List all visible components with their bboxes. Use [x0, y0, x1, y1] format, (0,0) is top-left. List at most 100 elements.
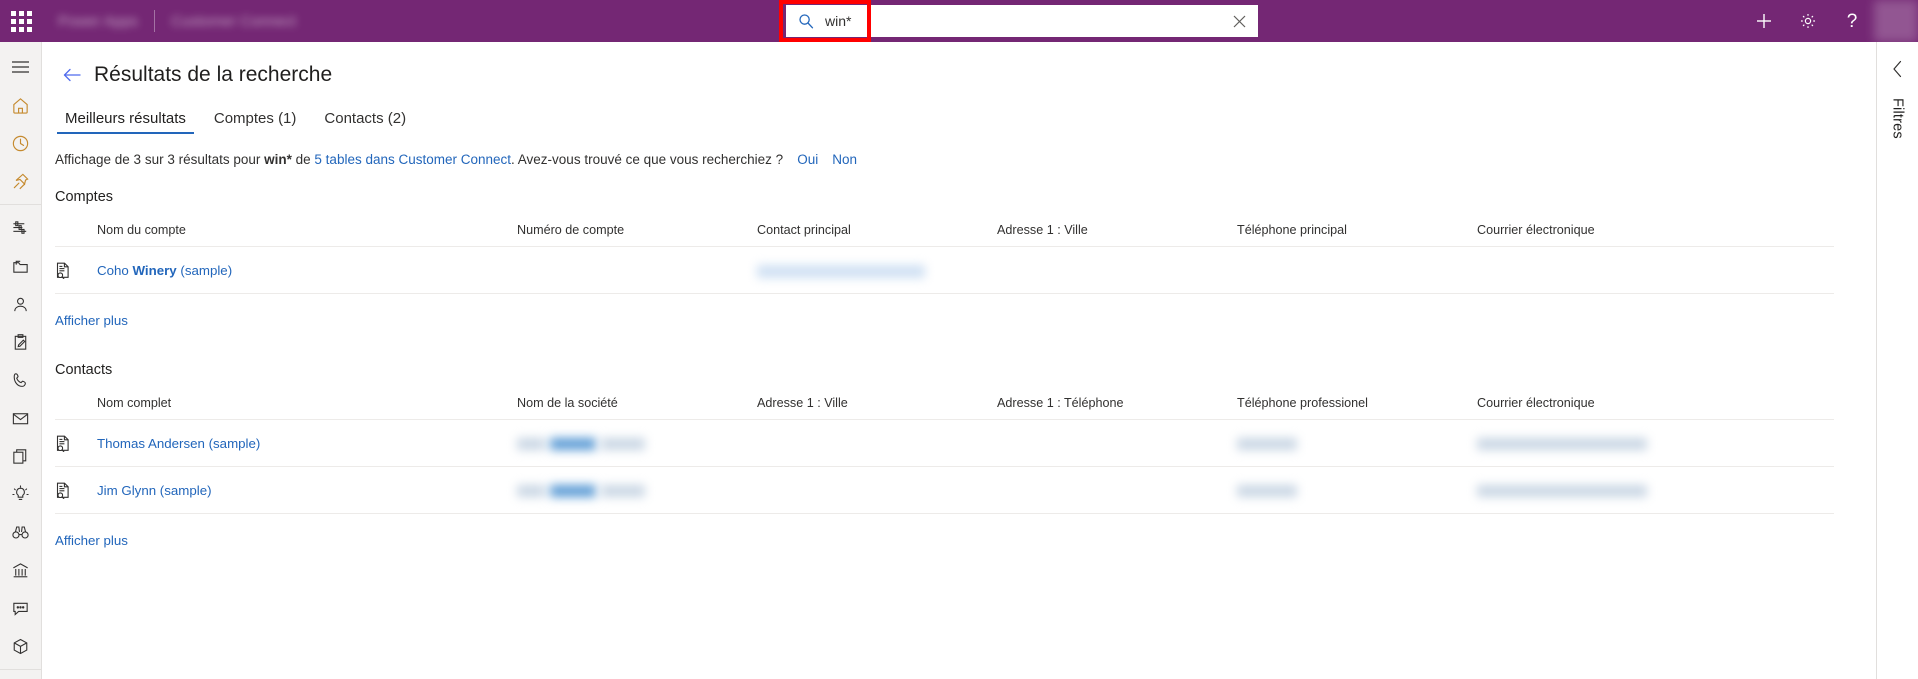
- sidebar-item-organization[interactable]: [0, 551, 42, 589]
- summary-question: . Avez-vous trouvé ce que vous recherchi…: [511, 152, 784, 167]
- sidebar-item-dashboards[interactable]: [0, 209, 42, 247]
- new-button[interactable]: [1742, 0, 1786, 42]
- table-row[interactable]: Coho Winery (sample): [55, 246, 1834, 294]
- sidebar-item-insights[interactable]: [0, 475, 42, 513]
- help-button[interactable]: ?: [1830, 0, 1874, 42]
- rail-divider-bottom: [0, 669, 42, 670]
- search-input[interactable]: [823, 12, 1224, 30]
- summary-term: win*: [264, 152, 292, 167]
- contact-email-cell: [1477, 419, 1834, 467]
- sidebar-item-activities[interactable]: [0, 323, 42, 361]
- table-row[interactable]: Jim Glynn (sample): [55, 466, 1834, 514]
- chevron-left-icon[interactable]: [1883, 54, 1913, 84]
- record-search-icon: [55, 246, 97, 294]
- blurred-value: [1237, 438, 1297, 451]
- contact-address-phone-cell: [997, 419, 1237, 467]
- page-header: Résultats de la recherche: [43, 42, 1876, 88]
- accounts-header-row: Nom du compte Numéro de compte Contact p…: [55, 223, 1834, 247]
- summary-middle: de: [291, 152, 315, 167]
- contact-company-cell: [517, 419, 757, 467]
- tab-contacts[interactable]: Contacts (2): [314, 104, 416, 136]
- tables-link[interactable]: 5 tables dans Customer Connect: [314, 152, 511, 167]
- left-nav-rail: [0, 42, 42, 679]
- back-arrow-icon[interactable]: [59, 62, 85, 88]
- contact-company-cell: [517, 466, 757, 514]
- accounts-table: Nom du compte Numéro de compte Contact p…: [55, 223, 1834, 294]
- sidebar-item-feedback[interactable]: [0, 589, 42, 627]
- accounts-col-phone[interactable]: Téléphone principal: [1237, 223, 1477, 247]
- blurred-value: [1237, 485, 1297, 498]
- contact-business-phone-cell: [1237, 419, 1477, 467]
- accounts-col-number[interactable]: Numéro de compte: [517, 223, 757, 247]
- contacts-icon-col: [55, 396, 97, 420]
- search-results-page: Résultats de la recherche Meilleurs résu…: [43, 42, 1876, 679]
- tab-accounts[interactable]: Comptes (1): [204, 104, 307, 136]
- menu-toggle[interactable]: [0, 48, 42, 86]
- results-summary: Affichage de 3 sur 3 résultats pour win*…: [55, 152, 1876, 167]
- contacts-col-email[interactable]: Courrier électronique: [1477, 396, 1834, 420]
- top-bar-actions: ?: [1742, 0, 1918, 42]
- accounts-section-title: Comptes: [55, 189, 114, 205]
- sidebar-item-explore[interactable]: [0, 513, 42, 551]
- sidebar-item-contacts[interactable]: [0, 285, 42, 323]
- brand-app-name: Power Apps: [58, 12, 139, 30]
- sidebar-item-email[interactable]: [0, 399, 42, 437]
- feedback-no-link[interactable]: Non: [832, 152, 857, 167]
- sidebar-item-products[interactable]: [0, 627, 42, 665]
- account-name-suffix: (sample): [176, 263, 233, 278]
- contact-fullname[interactable]: Thomas Andersen (sample): [97, 436, 260, 451]
- close-icon[interactable]: [1224, 6, 1254, 36]
- gear-icon[interactable]: [1786, 0, 1830, 42]
- global-search-box[interactable]: [786, 5, 1258, 37]
- contacts-col-address-phone[interactable]: Adresse 1 : Téléphone: [997, 396, 1237, 420]
- contacts-col-company[interactable]: Nom de la société: [517, 396, 757, 420]
- accounts-col-city[interactable]: Adresse 1 : Ville: [997, 223, 1237, 247]
- app-launcher-waffle-icon[interactable]: [0, 0, 42, 42]
- contact-name-cell[interactable]: Jim Glynn (sample): [97, 466, 517, 514]
- blurred-value: [757, 264, 925, 278]
- sidebar-item-documents[interactable]: [0, 437, 42, 475]
- contacts-col-fullname[interactable]: Nom complet: [97, 396, 517, 420]
- account-city-cell: [997, 246, 1237, 294]
- accounts-col-email[interactable]: Courrier électronique: [1477, 223, 1834, 247]
- filter-panel: Filtres: [1876, 42, 1918, 679]
- account-phone-cell: [1237, 246, 1477, 294]
- account-primary-contact-cell: [757, 246, 997, 294]
- accounts-show-more-link[interactable]: Afficher plus: [55, 313, 128, 328]
- account-name-cell[interactable]: Coho Winery (sample): [97, 246, 517, 294]
- environment-name: Customer Connect: [171, 12, 297, 30]
- search-icon: [798, 13, 814, 29]
- result-tabs: Meilleurs résultats Comptes (1) Contacts…: [55, 104, 1876, 136]
- account-name-match: Winery: [132, 263, 177, 278]
- contacts-header-row: Nom complet Nom de la société Adresse 1 …: [55, 396, 1834, 420]
- top-command-bar: Power Apps Customer Connect win* ?: [0, 0, 1918, 42]
- accounts-icon-col: [55, 223, 97, 247]
- contacts-show-more-link[interactable]: Afficher plus: [55, 533, 128, 548]
- page-title: Résultats de la recherche: [94, 63, 333, 86]
- sidebar-item-accounts[interactable]: [0, 247, 42, 285]
- feedback-yes-link[interactable]: Oui: [797, 152, 818, 167]
- contact-address-phone-cell: [997, 466, 1237, 514]
- blurred-value: [1477, 438, 1647, 451]
- avatar[interactable]: [1874, 0, 1918, 42]
- brand-divider: [154, 10, 156, 32]
- contact-name-cell[interactable]: Thomas Andersen (sample): [97, 419, 517, 467]
- sidebar-item-recent[interactable]: [0, 124, 42, 162]
- accounts-col-primary-contact[interactable]: Contact principal: [757, 223, 997, 247]
- filter-panel-title: Filtres: [1889, 98, 1906, 139]
- contact-city-cell: [757, 419, 997, 467]
- table-row[interactable]: Thomas Andersen (sample): [55, 419, 1834, 467]
- tab-best-results[interactable]: Meilleurs résultats: [55, 104, 196, 136]
- contacts-col-business-phone[interactable]: Téléphone professionel: [1237, 396, 1477, 420]
- blurred-value: [1477, 485, 1647, 498]
- sidebar-item-pinned[interactable]: [0, 162, 42, 200]
- accounts-col-name[interactable]: Nom du compte: [97, 223, 517, 247]
- sidebar-item-home[interactable]: [0, 86, 42, 124]
- record-search-icon: [55, 466, 97, 514]
- summary-prefix: Affichage de 3 sur 3 résultats pour: [55, 152, 265, 167]
- contact-fullname[interactable]: Jim Glynn (sample): [97, 483, 212, 498]
- sidebar-item-calls[interactable]: [0, 361, 42, 399]
- contacts-col-city[interactable]: Adresse 1 : Ville: [757, 396, 997, 420]
- contact-business-phone-cell: [1237, 466, 1477, 514]
- account-name-prefix: Coho: [97, 263, 133, 278]
